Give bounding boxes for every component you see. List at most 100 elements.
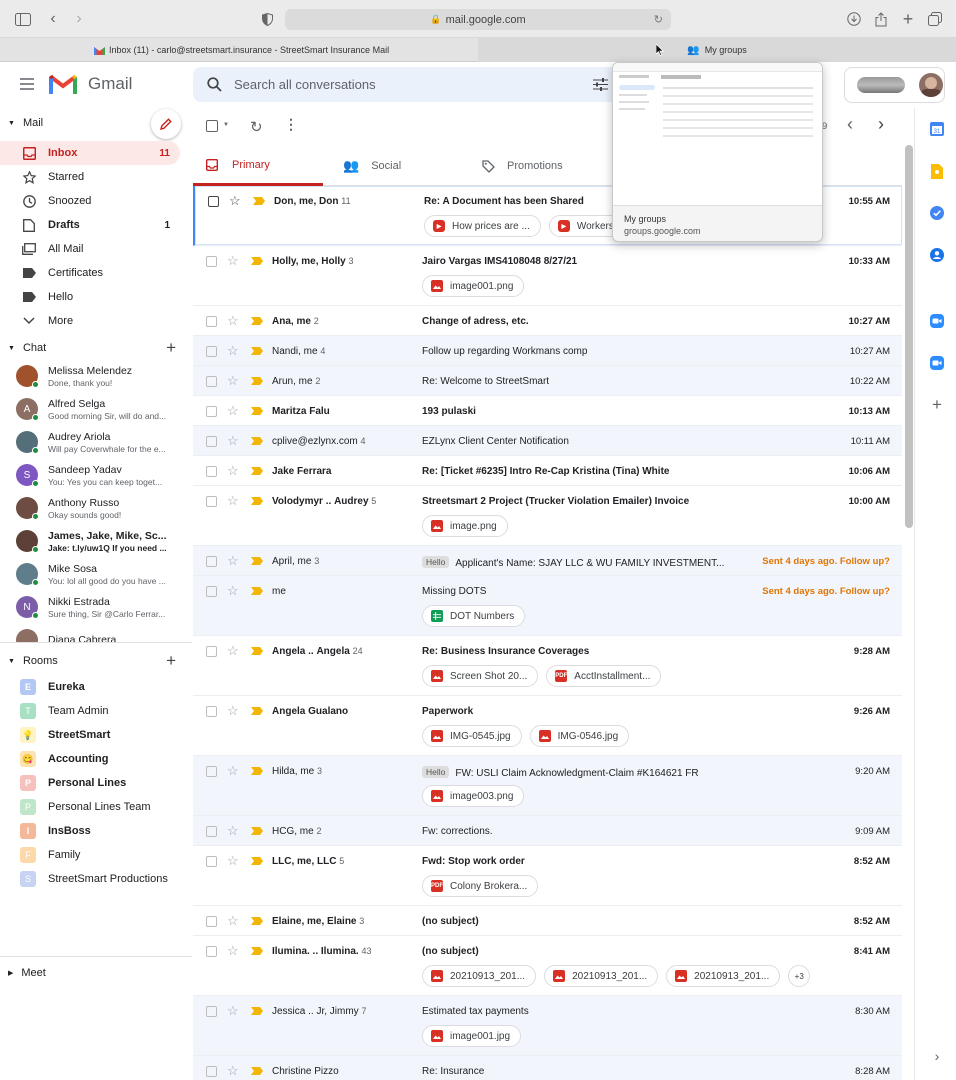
add-addon-icon[interactable]: + <box>929 395 945 414</box>
row-checkbox[interactable] <box>206 646 217 657</box>
tab-preview-popup[interactable]: My groups groups.google.com <box>612 62 823 242</box>
table-row[interactable]: ☆ Ilumina. .. Ilumina. 43 (no subject) 8:41… <box>193 936 902 996</box>
meet-section-header[interactable]: ▶ Meet <box>0 963 46 983</box>
important-marker-icon[interactable] <box>251 707 263 715</box>
chat-item[interactable]: Audrey Ariola Will pay Coverwhale for the… <box>16 426 192 458</box>
back-icon[interactable]: ‹ <box>46 10 60 28</box>
sidebar-item-all-mail[interactable]: All Mail <box>0 237 180 261</box>
attachment-chip[interactable]: 20210913_201... <box>666 965 781 987</box>
expand-panel-icon[interactable]: › <box>929 1048 945 1064</box>
important-marker-icon[interactable] <box>251 317 263 325</box>
chat-item[interactable]: Melissa Melendez Done, thank you! <box>16 360 192 392</box>
star-icon[interactable]: ☆ <box>227 464 239 477</box>
table-row[interactable]: ☆ April, me 3 Hello Applicant's Name: SJAY … <box>193 546 902 576</box>
download-icon[interactable] <box>846 11 862 27</box>
table-row[interactable]: ☆ cplive@ezlynx.com 4 EZLynx Client Center… <box>193 426 902 456</box>
search-icon[interactable] <box>207 77 222 92</box>
row-checkbox[interactable] <box>206 916 217 927</box>
tab-my-groups[interactable]: 👥 My groups <box>478 38 956 62</box>
star-icon[interactable]: ☆ <box>227 584 239 597</box>
account-area[interactable] <box>844 67 945 103</box>
room-item[interactable]: I InsBoss <box>20 819 192 843</box>
sidebar-item-more[interactable]: More <box>0 309 180 333</box>
important-marker-icon[interactable] <box>251 767 263 775</box>
row-checkbox[interactable] <box>206 346 217 357</box>
star-icon[interactable]: ☆ <box>227 434 239 447</box>
keep-icon[interactable] <box>929 163 945 179</box>
rooms-section-header[interactable]: ▼ Rooms + <box>0 651 180 671</box>
chat-item[interactable]: James, Jake, Mike, Sc... Jake: t.ly/uw1Q … <box>16 525 192 557</box>
row-checkbox[interactable] <box>206 466 217 477</box>
table-row[interactable]: ☆ LLC, me, LLC 5 Fwd: Stop work order 8:52 … <box>193 846 902 906</box>
row-checkbox[interactable] <box>206 316 217 327</box>
attachment-chip[interactable]: DOT Numbers <box>422 605 526 627</box>
compose-button[interactable] <box>151 109 181 139</box>
main-menu-icon[interactable] <box>20 78 34 90</box>
attachment-chip[interactable]: image001.png <box>422 275 525 297</box>
attachment-chip[interactable]: ▶ How prices are ... <box>424 215 541 237</box>
row-checkbox[interactable] <box>206 946 217 957</box>
new-tab-icon[interactable]: + <box>900 9 916 29</box>
address-bar[interactable]: 🔒 mail.google.com ↻ <box>285 9 671 30</box>
table-row[interactable]: ☆ Maritza Falu 193 pulaski 10:13 AM <box>193 396 902 426</box>
table-row[interactable]: ☆ Christine Pizzo Re: Insurance 8:28 AM <box>193 1056 902 1080</box>
star-icon[interactable]: ☆ <box>227 374 239 387</box>
zoom-icon[interactable] <box>929 313 945 329</box>
table-row[interactable]: ☆ Jessica .. Jr, Jimmy 7 Estimated tax pay… <box>193 996 902 1056</box>
star-icon[interactable]: ☆ <box>227 854 239 867</box>
sidebar-item-certificates[interactable]: Certificates <box>0 261 180 285</box>
zoom-scheduler-icon[interactable] <box>929 355 945 371</box>
attachment-chip[interactable]: 20210913_201... <box>422 965 537 987</box>
calendar-icon[interactable]: 31 <box>929 121 945 137</box>
star-icon[interactable]: ☆ <box>227 704 239 717</box>
room-item[interactable]: S StreetSmart Productions <box>20 867 192 891</box>
row-checkbox[interactable] <box>206 556 217 567</box>
star-icon[interactable]: ☆ <box>227 1004 239 1017</box>
tab-promotions[interactable]: Promotions <box>482 146 612 186</box>
scrollbar[interactable] <box>905 145 913 528</box>
shield-icon[interactable] <box>260 11 274 27</box>
table-row[interactable]: ☆ Angela Gualano Paperwork 9:26 AM IMG-0545… <box>193 696 902 756</box>
sidebar-item-drafts[interactable]: Drafts 1 <box>0 213 180 237</box>
important-marker-icon[interactable] <box>251 557 263 565</box>
newer-page-icon[interactable]: ‹ <box>847 114 853 135</box>
attachment-chip[interactable]: Screen Shot 20... <box>422 665 539 687</box>
important-marker-icon[interactable] <box>251 347 263 355</box>
tab-social[interactable]: 👥 Social <box>343 146 473 186</box>
star-icon[interactable]: ☆ <box>227 1064 239 1077</box>
sidebar-item-starred[interactable]: Starred <box>0 165 180 189</box>
room-item[interactable]: F Family <box>20 843 192 867</box>
row-checkbox[interactable] <box>206 376 217 387</box>
row-checkbox[interactable] <box>206 436 217 447</box>
chat-item[interactable]: S Sandeep Yadav You: Yes you can keep toge… <box>16 459 192 491</box>
important-marker-icon[interactable] <box>251 1067 263 1075</box>
row-checkbox[interactable] <box>206 256 217 267</box>
sidebar-item-snoozed[interactable]: Snoozed <box>0 189 180 213</box>
important-marker-icon[interactable] <box>251 587 263 595</box>
share-icon[interactable] <box>873 10 889 28</box>
row-checkbox[interactable] <box>206 586 217 597</box>
attachment-chip[interactable]: image003.png <box>422 785 525 807</box>
table-row[interactable]: ☆ Hilda, me 3 Hello FW: USLI Claim Acknowle… <box>193 756 902 816</box>
older-page-icon[interactable]: › <box>878 114 884 135</box>
star-icon[interactable]: ☆ <box>227 554 239 567</box>
row-checkbox[interactable] <box>206 1066 217 1077</box>
important-marker-icon[interactable] <box>251 257 263 265</box>
search-options-icon[interactable] <box>593 78 608 91</box>
chat-item[interactable]: Diana Cabrera <box>16 624 192 643</box>
gmail-logo[interactable]: Gmail <box>49 72 132 96</box>
search-bar[interactable]: Search all conversations <box>193 67 620 102</box>
contacts-icon[interactable] <box>929 247 945 263</box>
important-marker-icon[interactable] <box>251 917 263 925</box>
table-row[interactable]: ☆ HCG, me 2 Fw: corrections. 9:09 AM <box>193 816 902 846</box>
forward-icon[interactable]: › <box>72 10 86 28</box>
table-row[interactable]: ☆ Angela .. Angela 24 Re: Business Insuran… <box>193 636 902 696</box>
tab-primary[interactable]: Primary <box>193 146 323 186</box>
star-icon[interactable]: ☆ <box>227 764 239 777</box>
room-item[interactable]: 💡 StreetSmart <box>20 723 192 747</box>
chat-section-header[interactable]: ▼ Chat + <box>0 338 180 358</box>
row-checkbox[interactable] <box>206 826 217 837</box>
table-row[interactable]: ☆ Holly, me, Holly 3 Jairo Vargas IMS41080… <box>193 246 902 306</box>
attachment-chip[interactable]: 20210913_201... <box>544 965 659 987</box>
label-badge[interactable]: Hello <box>422 766 450 778</box>
